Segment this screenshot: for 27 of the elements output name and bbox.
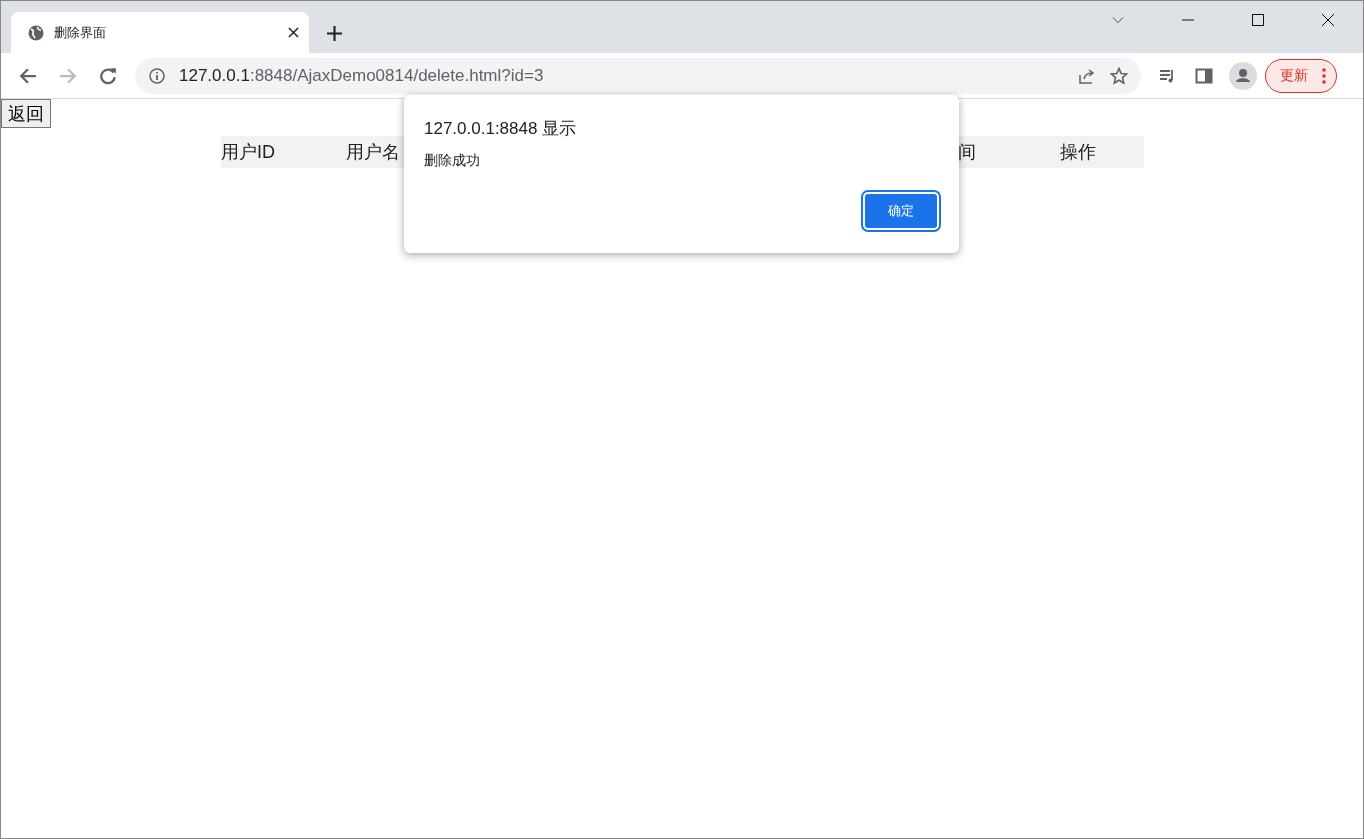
star-icon[interactable] (1110, 66, 1128, 85)
browser-tab[interactable]: 删除界面 (11, 12, 309, 53)
new-tab-plus-icon[interactable] (327, 26, 342, 41)
update-button[interactable]: 更新 (1265, 58, 1337, 93)
back-arrow-icon[interactable] (19, 66, 37, 85)
tab-title: 删除界面 (54, 23, 107, 42)
side-panel-icon[interactable] (1195, 66, 1213, 85)
back-button[interactable]: 返回 (1, 99, 51, 128)
maximize-icon[interactable] (1252, 14, 1264, 26)
dialog-title: 127.0.0.1:8848 显示 (424, 118, 578, 140)
url-text: 127.0.0.1:8848/AjaxDemo0814/delete.html?id=3 (179, 65, 544, 86)
ok-button[interactable]: 确定 (863, 192, 939, 230)
profile-avatar-icon[interactable] (1229, 61, 1257, 90)
column-header: 用户ID (221, 141, 275, 164)
share-icon[interactable] (1078, 66, 1096, 85)
close-icon[interactable] (1322, 14, 1334, 26)
reload-icon[interactable] (99, 66, 117, 85)
more-vertical-icon (1322, 67, 1326, 84)
chevron-down-icon[interactable] (1112, 14, 1124, 26)
globe-icon (28, 24, 44, 41)
dialog-message: 删除成功 (424, 152, 481, 170)
column-header: 用户名 (346, 141, 400, 164)
column-header: 间 (958, 141, 976, 164)
info-icon (149, 67, 165, 84)
address-bar[interactable]: 127.0.0.1:8848/AjaxDemo0814/delete.html?id=3 (135, 57, 1141, 94)
column-header: 操作 (1060, 141, 1096, 164)
close-icon[interactable] (288, 27, 299, 38)
